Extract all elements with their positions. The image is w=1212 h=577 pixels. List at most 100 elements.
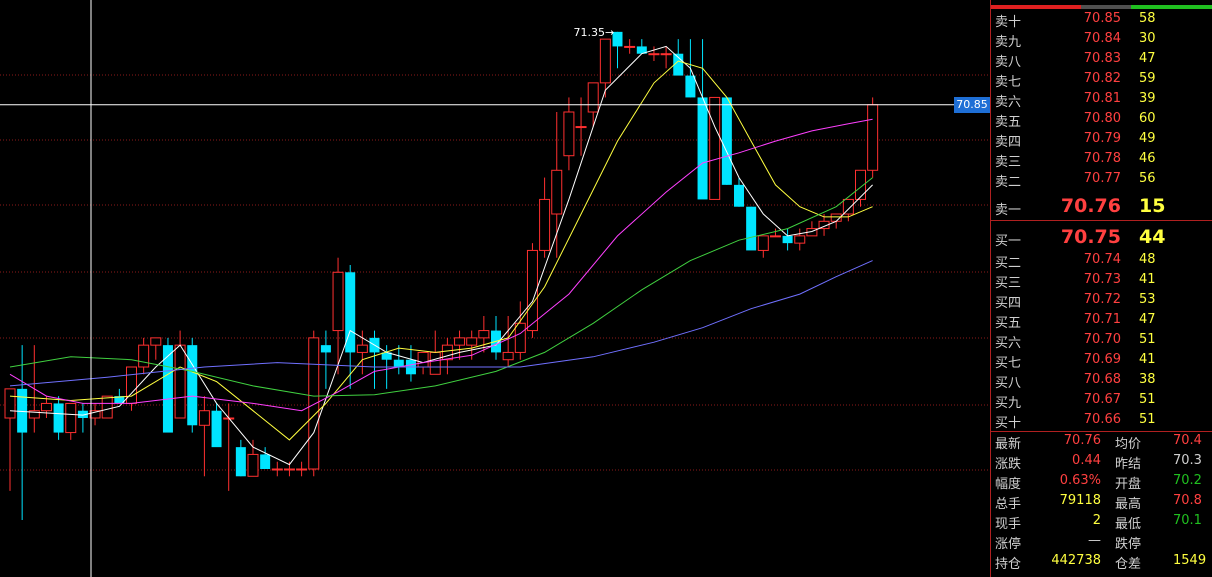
candle-body-13 bbox=[162, 345, 173, 433]
ask-level-7[interactable]: 卖七 70.82 59 bbox=[991, 71, 1212, 91]
stat-l1-1: 涨跌 bbox=[995, 457, 1022, 472]
bid-level-9-label: 买九 bbox=[995, 396, 1022, 411]
ask-level-2[interactable]: 卖二 70.77 56 bbox=[991, 171, 1212, 191]
candle-body-61 bbox=[746, 206, 757, 251]
bid-level-4[interactable]: 买四 70.72 53 bbox=[991, 292, 1212, 312]
bid-level-7-vol: 41 bbox=[1139, 352, 1156, 367]
candle-body-26 bbox=[320, 345, 331, 353]
candle-body-22 bbox=[271, 468, 283, 471]
ask-level-9[interactable]: 卖九 70.84 30 bbox=[991, 31, 1212, 51]
stat-l2-0: 均价 bbox=[1115, 437, 1142, 452]
kline-chart[interactable]: 71.35→ 70.85 bbox=[0, 0, 990, 577]
candle-body-60 bbox=[734, 184, 744, 207]
candle-body-64 bbox=[782, 235, 793, 244]
stat-v2-3: 70.8 bbox=[1173, 493, 1202, 508]
bid-level-2[interactable]: 买二 70.74 48 bbox=[991, 252, 1212, 272]
bid-level-4-label: 买四 bbox=[995, 296, 1022, 311]
stat-row-6: 持仓 442738 仓差 1549 bbox=[991, 553, 1212, 573]
bid-level-1-price: 70.75 bbox=[1060, 226, 1121, 248]
candle-body-1 bbox=[17, 388, 28, 433]
stat-l2-6: 仓差 bbox=[1115, 557, 1142, 572]
bid-level-8[interactable]: 买八 70.68 38 bbox=[991, 372, 1212, 392]
candle-body-8 bbox=[101, 395, 113, 419]
candle-body-69 bbox=[842, 198, 854, 215]
candle-body-57 bbox=[697, 97, 708, 200]
stat-v2-0: 70.4 bbox=[1173, 433, 1202, 448]
crosshair-price-label: 70.85 bbox=[954, 96, 990, 113]
ask-level-10[interactable]: 卖十 70.85 58 bbox=[991, 11, 1212, 31]
candle-body-58 bbox=[709, 96, 721, 200]
ask-level-6[interactable]: 卖六 70.81 39 bbox=[991, 91, 1212, 111]
bid-level-1-vol: 44 bbox=[1139, 226, 1166, 248]
stat-v2-1: 70.3 bbox=[1173, 453, 1202, 468]
bid-level-10[interactable]: 买十 70.66 51 bbox=[991, 412, 1212, 432]
ask-level-6-vol: 39 bbox=[1139, 91, 1156, 106]
ask-level-10-label: 卖十 bbox=[995, 15, 1022, 30]
ask-level-1[interactable]: 卖一 70.76 15 bbox=[991, 195, 1212, 218]
candle-body-48 bbox=[587, 82, 599, 113]
bid-level-2-vol: 48 bbox=[1139, 252, 1156, 267]
candle-body-54 bbox=[660, 53, 672, 56]
stat-row-4: 现手 2 最低 70.1 bbox=[991, 513, 1212, 533]
ask-level-8[interactable]: 卖八 70.83 47 bbox=[991, 51, 1212, 71]
stat-row-0: 最新 70.76 均价 70.4 bbox=[991, 433, 1212, 453]
candle-body-14 bbox=[174, 344, 186, 419]
ask-level-5-price: 70.80 bbox=[1083, 111, 1121, 126]
ask-level-8-price: 70.83 bbox=[1083, 51, 1121, 66]
stat-row-3: 总手 79118 最高 70.8 bbox=[991, 493, 1212, 513]
ask-level-10-vol: 58 bbox=[1139, 11, 1156, 26]
stat-v1-2: 0.63% bbox=[1059, 473, 1101, 488]
ask-level-1-label: 卖一 bbox=[995, 203, 1022, 218]
candle-body-44 bbox=[539, 198, 551, 251]
ask-level-5[interactable]: 卖五 70.80 60 bbox=[991, 111, 1212, 131]
bid-level-8-vol: 38 bbox=[1139, 372, 1156, 387]
stat-l2-4: 最低 bbox=[1115, 517, 1142, 532]
stat-l1-2: 幅度 bbox=[995, 477, 1022, 492]
stat-l1-4: 现手 bbox=[995, 517, 1022, 532]
ask-level-3-label: 卖三 bbox=[995, 155, 1022, 170]
bid-level-7[interactable]: 买七 70.69 41 bbox=[991, 352, 1212, 372]
book-stats-divider bbox=[991, 431, 1212, 432]
bid-level-5-price: 70.71 bbox=[1083, 312, 1121, 327]
kline-svg[interactable]: 71.35→ bbox=[0, 0, 990, 577]
bid-level-7-price: 70.69 bbox=[1083, 352, 1121, 367]
quote-panel: 卖十 70.85 58 卖九 70.84 30 卖八 70.83 47 卖七 70.82 59 卖六 70… bbox=[990, 0, 1212, 577]
ask-level-3[interactable]: 卖三 70.78 46 bbox=[991, 151, 1212, 171]
candle-body-46 bbox=[563, 111, 575, 157]
bid-level-10-label: 买十 bbox=[995, 416, 1022, 431]
candle-body-34 bbox=[417, 351, 429, 368]
stat-l1-3: 总手 bbox=[995, 497, 1022, 512]
ask-level-4[interactable]: 卖四 70.79 49 bbox=[991, 131, 1212, 151]
ask-level-1-vol: 15 bbox=[1139, 195, 1166, 217]
ask-ratio-bar bbox=[991, 5, 1081, 9]
high-price-marker: 71.35→ bbox=[574, 26, 615, 39]
ask-level-9-vol: 30 bbox=[1139, 31, 1156, 46]
ask-level-8-vol: 47 bbox=[1139, 51, 1156, 66]
candle-body-23 bbox=[283, 468, 295, 471]
ask-level-10-price: 70.85 bbox=[1083, 11, 1121, 26]
bid-level-1[interactable]: 买一 70.75 44 bbox=[991, 226, 1212, 249]
bid-level-9[interactable]: 买九 70.67 51 bbox=[991, 392, 1212, 412]
bid-level-3[interactable]: 买三 70.73 41 bbox=[991, 272, 1212, 292]
ask-level-9-label: 卖九 bbox=[995, 35, 1022, 50]
candle-body-21 bbox=[260, 454, 271, 469]
candle-body-65 bbox=[794, 235, 806, 244]
ask-level-9-price: 70.84 bbox=[1083, 31, 1121, 46]
bid-level-6-vol: 51 bbox=[1139, 332, 1156, 347]
candle-body-3 bbox=[40, 402, 52, 412]
candle-body-38 bbox=[466, 337, 478, 346]
bid-level-6[interactable]: 买六 70.70 51 bbox=[991, 332, 1212, 352]
stat-v2-4: 70.1 bbox=[1173, 513, 1202, 528]
bid-level-9-price: 70.67 bbox=[1083, 392, 1121, 407]
stat-l2-2: 开盘 bbox=[1115, 477, 1142, 492]
candle-body-0 bbox=[4, 388, 16, 419]
ma-line-1 bbox=[9, 60, 873, 441]
candle-body-4 bbox=[53, 403, 64, 433]
bid-level-5[interactable]: 买五 70.71 47 bbox=[991, 312, 1212, 332]
stat-v1-1: 0.44 bbox=[1072, 453, 1101, 468]
bid-level-3-label: 买三 bbox=[995, 276, 1022, 291]
ratio-bar-title-area bbox=[1081, 5, 1131, 9]
ma-line-0 bbox=[9, 45, 873, 466]
stat-l1-0: 最新 bbox=[995, 437, 1022, 452]
bid-level-2-label: 买二 bbox=[995, 256, 1022, 271]
